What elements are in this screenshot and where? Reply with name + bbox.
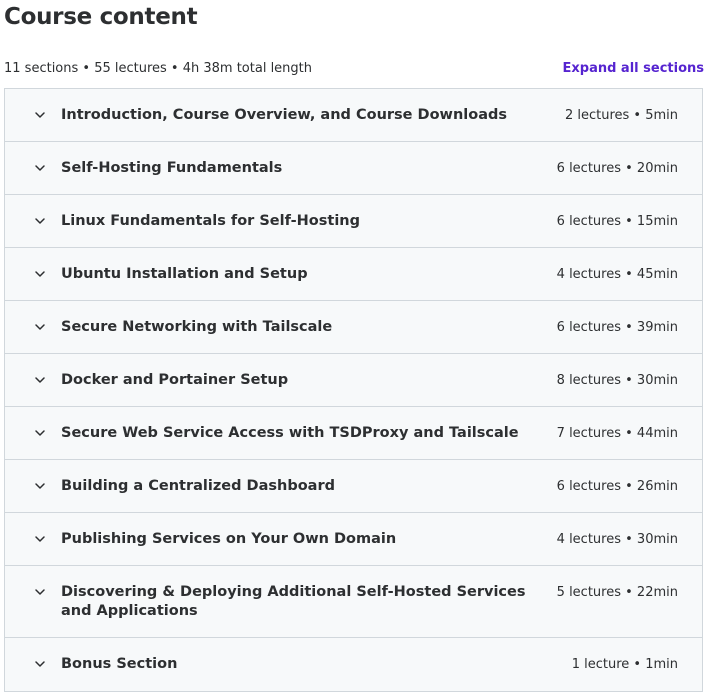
section-header[interactable]: Introduction, Course Overview, and Cours… <box>5 89 702 142</box>
section-meta: 6 lectures • 20min <box>556 161 678 176</box>
section-meta: 2 lectures • 5min <box>564 108 678 123</box>
section-title: Discovering & Deploying Additional Self-… <box>61 584 526 619</box>
section-title: Ubuntu Installation and Setup <box>61 266 308 282</box>
course-summary: 11 sections • 55 lectures • 4h 38m total… <box>4 60 313 76</box>
section-header[interactable]: Linux Fundamentals for Self-Hosting 6 le… <box>5 195 702 248</box>
section-title: Introduction, Course Overview, and Cours… <box>61 107 508 123</box>
section-header[interactable]: Discovering & Deploying Additional Self-… <box>5 566 702 638</box>
course-summary-row: 11 sections • 55 lectures • 4h 38m total… <box>4 58 704 78</box>
section-header[interactable]: Bonus Section 1 lecture • 1min <box>5 638 702 691</box>
section-title: Docker and Portainer Setup <box>61 372 289 388</box>
chevron-down-icon <box>35 377 45 383</box>
section-meta: 6 lectures • 15min <box>556 214 678 229</box>
section-title: Bonus Section <box>61 656 178 672</box>
section-meta: 7 lectures • 44min <box>556 426 678 441</box>
chevron-down-icon <box>35 271 45 277</box>
chevron-down-icon <box>35 589 45 595</box>
section-meta: 4 lectures • 30min <box>556 532 678 547</box>
section-title: Linux Fundamentals for Self-Hosting <box>61 213 360 229</box>
section-meta: 4 lectures • 45min <box>556 267 678 282</box>
section-header[interactable]: Self-Hosting Fundamentals 6 lectures • 2… <box>5 142 702 195</box>
chevron-down-icon <box>35 324 45 330</box>
section-header[interactable]: Docker and Portainer Setup 8 lectures • … <box>5 354 702 407</box>
section-title: Self-Hosting Fundamentals <box>61 160 283 176</box>
page-title: Course content <box>4 4 198 30</box>
section-title: Secure Web Service Access with TSDProxy … <box>61 425 519 441</box>
chevron-down-icon <box>35 536 45 542</box>
chevron-down-icon <box>35 112 45 118</box>
section-title: Secure Networking with Tailscale <box>61 319 333 335</box>
section-meta: 1 lecture • 1min <box>571 657 678 672</box>
section-header[interactable]: Secure Web Service Access with TSDProxy … <box>5 407 702 460</box>
chevron-down-icon <box>35 165 45 171</box>
section-meta: 5 lectures • 22min <box>556 585 678 600</box>
section-meta: 6 lectures • 39min <box>556 320 678 335</box>
expand-all-sections-button[interactable]: Expand all sections <box>563 61 705 76</box>
section-meta: 8 lectures • 30min <box>556 373 678 388</box>
section-header[interactable]: Building a Centralized Dashboard 6 lectu… <box>5 460 702 513</box>
chevron-down-icon <box>35 483 45 489</box>
section-title: Publishing Services on Your Own Domain <box>61 531 397 547</box>
chevron-down-icon <box>35 430 45 436</box>
chevron-down-icon <box>35 661 45 667</box>
section-header[interactable]: Publishing Services on Your Own Domain 4… <box>5 513 702 566</box>
section-list: Introduction, Course Overview, and Cours… <box>4 88 703 692</box>
section-title: Building a Centralized Dashboard <box>61 478 335 494</box>
section-header[interactable]: Secure Networking with Tailscale 6 lectu… <box>5 301 702 354</box>
chevron-down-icon <box>35 218 45 224</box>
section-header[interactable]: Ubuntu Installation and Setup 4 lectures… <box>5 248 702 301</box>
section-meta: 6 lectures • 26min <box>556 479 678 494</box>
